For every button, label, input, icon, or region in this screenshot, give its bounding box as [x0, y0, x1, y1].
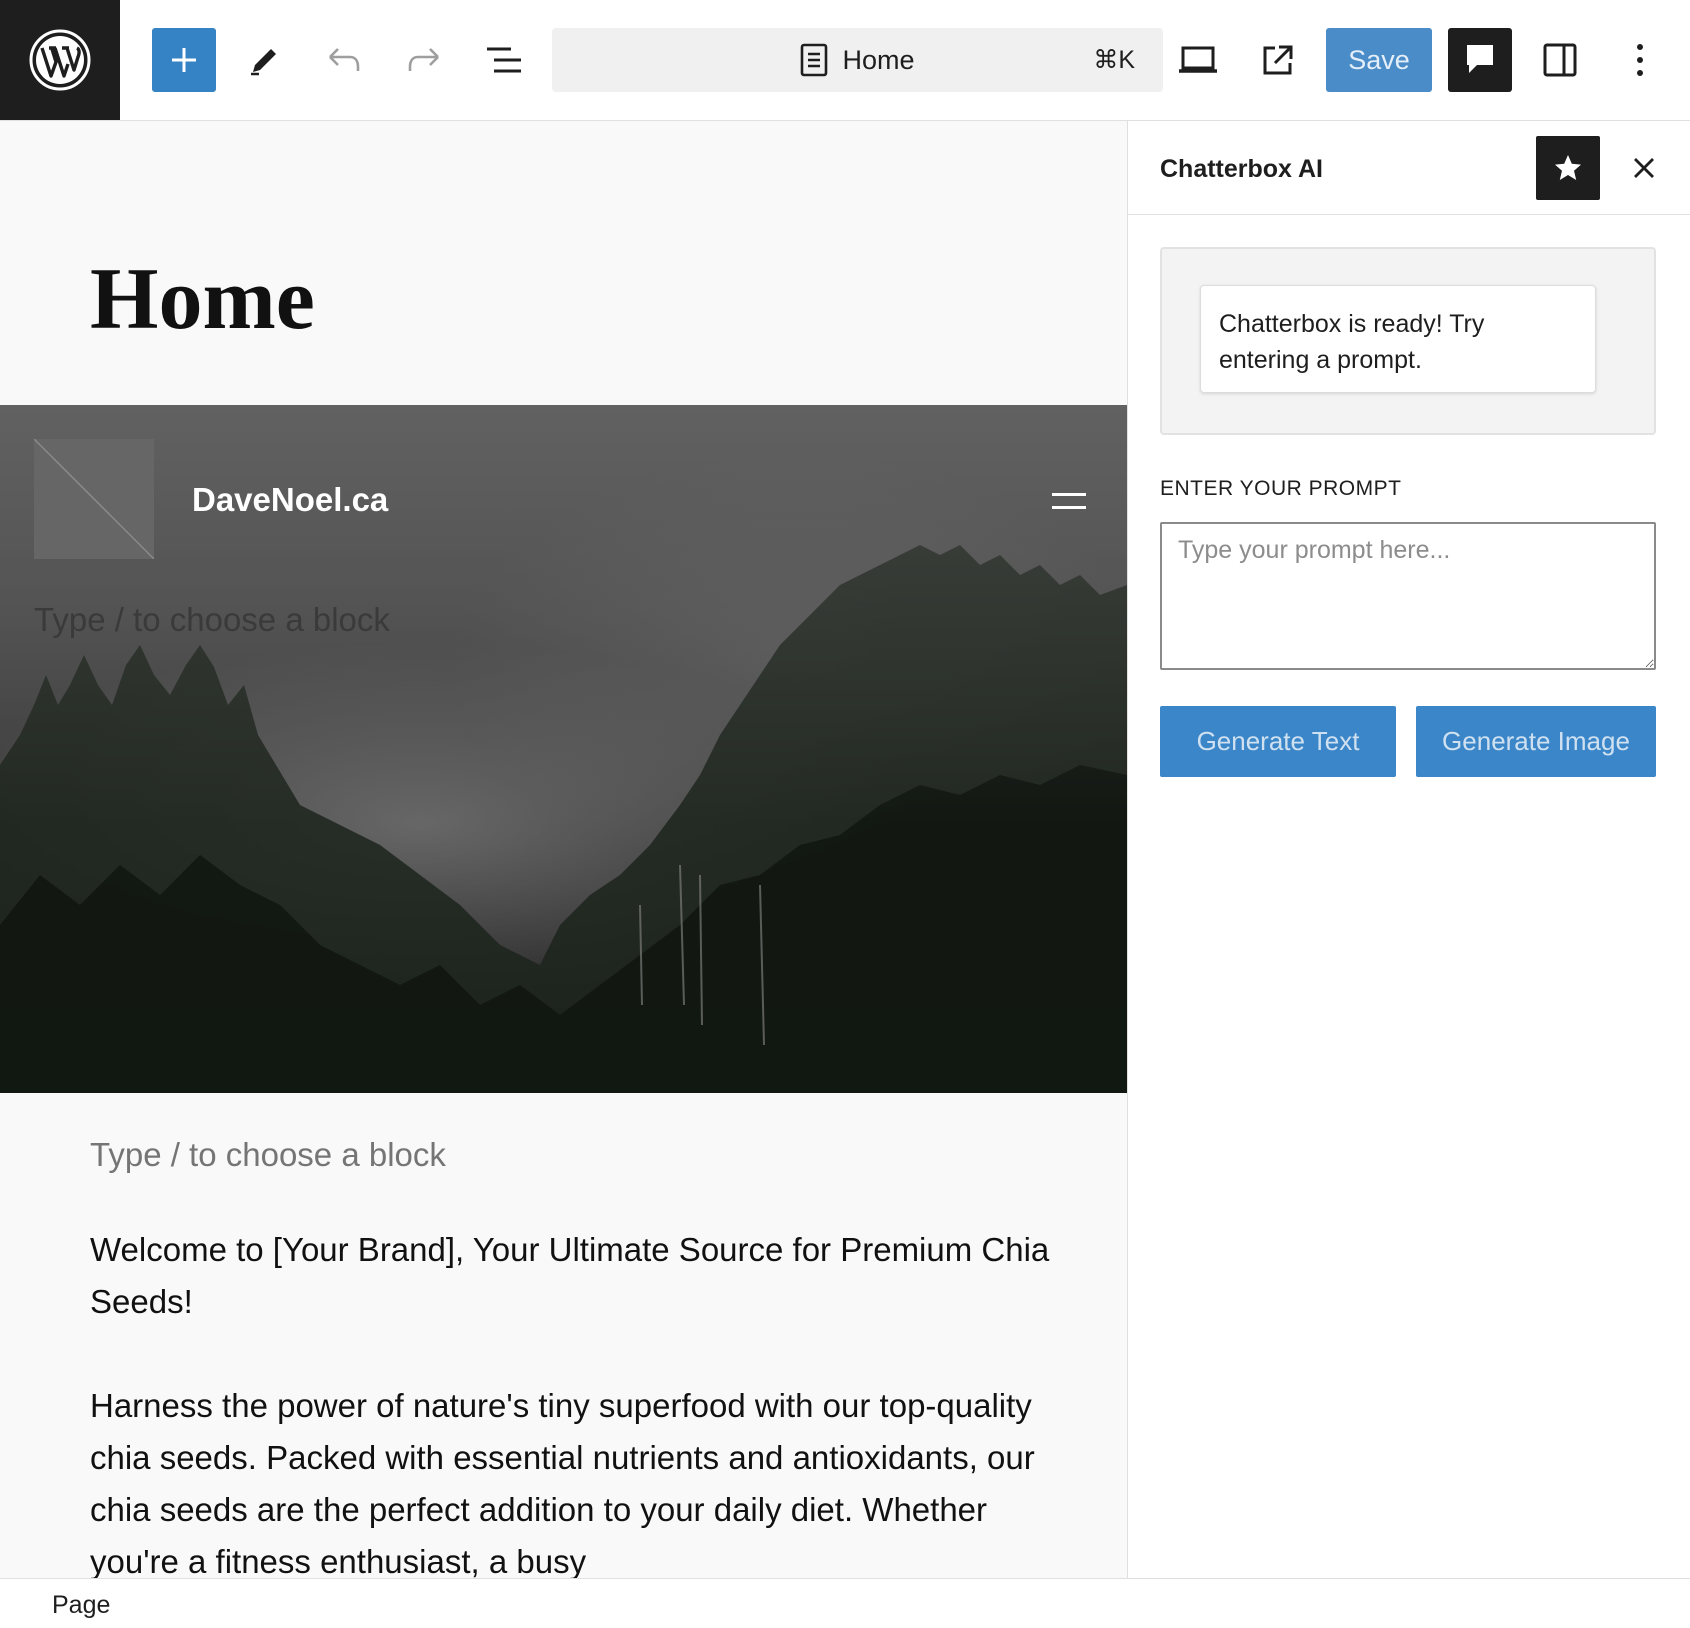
- undo-button[interactable]: [312, 28, 376, 92]
- site-logo-placeholder[interactable]: [34, 439, 154, 559]
- site-title[interactable]: DaveNoel.ca: [192, 481, 388, 519]
- list-view-icon: [487, 47, 521, 73]
- list-view-button[interactable]: [472, 28, 536, 92]
- prompt-label: ENTER YOUR PROMPT: [1160, 477, 1402, 500]
- forest-background-image: [0, 405, 1127, 1093]
- page-title[interactable]: Home: [90, 249, 315, 350]
- sidebar-title: Chatterbox AI: [1160, 155, 1323, 183]
- command-palette-bar[interactable]: Home ⌘K: [552, 28, 1163, 92]
- navigation-menu-icon[interactable]: [1052, 489, 1086, 513]
- cover-block-placeholder[interactable]: Type / to choose a block: [34, 601, 390, 639]
- preview-button[interactable]: [1166, 28, 1230, 92]
- star-icon: [1555, 155, 1581, 180]
- save-button[interactable]: Save: [1326, 28, 1432, 92]
- settings-sidebar-button[interactable]: [1528, 28, 1592, 92]
- redo-icon: [408, 48, 439, 71]
- options-menu-button[interactable]: [1608, 28, 1672, 92]
- paragraph-block[interactable]: Welcome to [Your Brand], Your Ultimate S…: [90, 1224, 1050, 1328]
- editor-canvas: Home DaveNoel.ca Type / to choose a bloc…: [0, 121, 1127, 1578]
- sidebar-icon: [1543, 43, 1577, 77]
- pin-favorite-button[interactable]: [1536, 136, 1600, 200]
- document-title: Home: [842, 44, 915, 75]
- wordpress-icon: [29, 29, 91, 91]
- chat-icon: [1467, 45, 1493, 73]
- add-block-button[interactable]: [152, 28, 216, 92]
- desktop-icon: [1179, 46, 1217, 73]
- chat-message: Chatterbox is ready! Try entering a prom…: [1200, 285, 1596, 393]
- cover-block[interactable]: DaveNoel.ca Type / to choose a block: [0, 405, 1127, 1093]
- prompt-input[interactable]: [1160, 522, 1656, 670]
- chatterbox-sidebar: Chatterbox AI Chatterbox is ready! Try e…: [1127, 121, 1690, 1578]
- view-page-button[interactable]: [1246, 28, 1310, 92]
- undo-icon: [329, 48, 360, 71]
- close-sidebar-button[interactable]: [1624, 148, 1664, 188]
- placeholder-image-icon: [34, 439, 154, 559]
- editor-toolbar: Home ⌘K Save: [0, 0, 1690, 121]
- block-placeholder[interactable]: Type / to choose a block: [90, 1136, 446, 1174]
- close-icon: [1634, 158, 1654, 178]
- external-link-icon: [1263, 45, 1293, 75]
- editor-footer: Page: [0, 1578, 1690, 1628]
- command-shortcut: ⌘K: [1093, 46, 1135, 74]
- sidebar-header: Chatterbox AI: [1128, 121, 1690, 215]
- generate-image-button[interactable]: Generate Image: [1416, 706, 1656, 777]
- breadcrumb[interactable]: Page: [52, 1591, 110, 1620]
- chatterbox-toggle-button[interactable]: [1448, 28, 1512, 92]
- wordpress-logo-button[interactable]: [0, 0, 120, 120]
- tools-button[interactable]: [232, 28, 296, 92]
- plus-icon: [172, 48, 196, 72]
- pencil-icon: [251, 49, 276, 76]
- redo-button[interactable]: [392, 28, 456, 92]
- more-vertical-icon: [1637, 44, 1643, 76]
- page-icon: [801, 43, 828, 77]
- generate-text-button[interactable]: Generate Text: [1160, 706, 1396, 777]
- paragraph-block[interactable]: Harness the power of nature's tiny super…: [90, 1380, 1050, 1578]
- chat-message-area: Chatterbox is ready! Try entering a prom…: [1160, 247, 1656, 435]
